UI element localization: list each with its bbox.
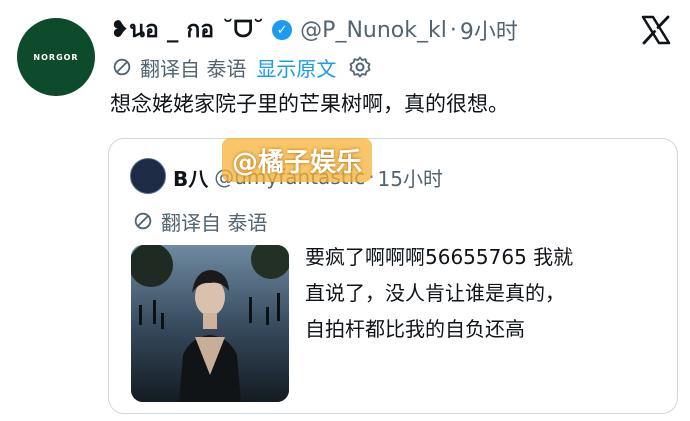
quoted-text-line: 自拍杆都比我的自负还高 [305, 317, 525, 341]
quoted-author-name[interactable]: B八 [173, 163, 208, 192]
quoted-author-avatar[interactable] [130, 158, 166, 194]
header-separator: · [449, 17, 457, 43]
tweet-header: ❥นอ _ กอ ˘ᗜ˘ ✓ @P_Nunok_kl · 9小时 [110, 12, 518, 48]
quoted-text-line: 要疯了啊啊啊56655765 我就 [305, 245, 574, 269]
quoted-tweet-card[interactable]: B八 @umyfantastic · 15小时 翻译自 泰语 [108, 138, 678, 414]
quoted-translated-from-label: 翻译自 泰语 [161, 210, 268, 235]
author-display-name[interactable]: ❥นอ _ กอ ˘ᗜ˘ [110, 12, 264, 48]
media-photo [131, 245, 289, 402]
author-handle[interactable]: @P_Nunok_kl [300, 18, 447, 43]
tweet-timestamp[interactable]: 9小时 [460, 14, 518, 46]
quoted-text-line: 直说了，没人肯让谁是真的， [305, 281, 565, 305]
quoted-media-thumbnail[interactable] [131, 245, 289, 402]
quoted-tweet-text: 要疯了啊啊啊56655765 我就 直说了，没人肯让谁是真的， 自拍杆都比我的自… [305, 239, 665, 347]
watermark-overlay: @橘子娱乐 [222, 138, 373, 182]
verified-badge-icon: ✓ [272, 20, 293, 40]
quoted-tweet-timestamp[interactable]: 15小时 [378, 163, 443, 192]
translation-row: 翻译自 泰语 显示原文 [110, 52, 372, 82]
avatar-logo-text: NORGOR [33, 52, 79, 62]
quoted-translation-row: 翻译自 泰语 [131, 206, 267, 236]
show-original-link[interactable]: 显示原文 [256, 53, 336, 82]
author-avatar[interactable]: NORGOR [17, 18, 95, 96]
gear-icon[interactable] [348, 55, 372, 79]
translate-icon [113, 58, 131, 76]
tweet-text: 想念姥姥家院子里的芒果树啊，真的很想。 [110, 92, 509, 116]
translated-from-label: 翻译自 泰语 [140, 56, 247, 81]
translate-icon [134, 212, 152, 230]
x-logo-icon[interactable] [640, 14, 672, 46]
